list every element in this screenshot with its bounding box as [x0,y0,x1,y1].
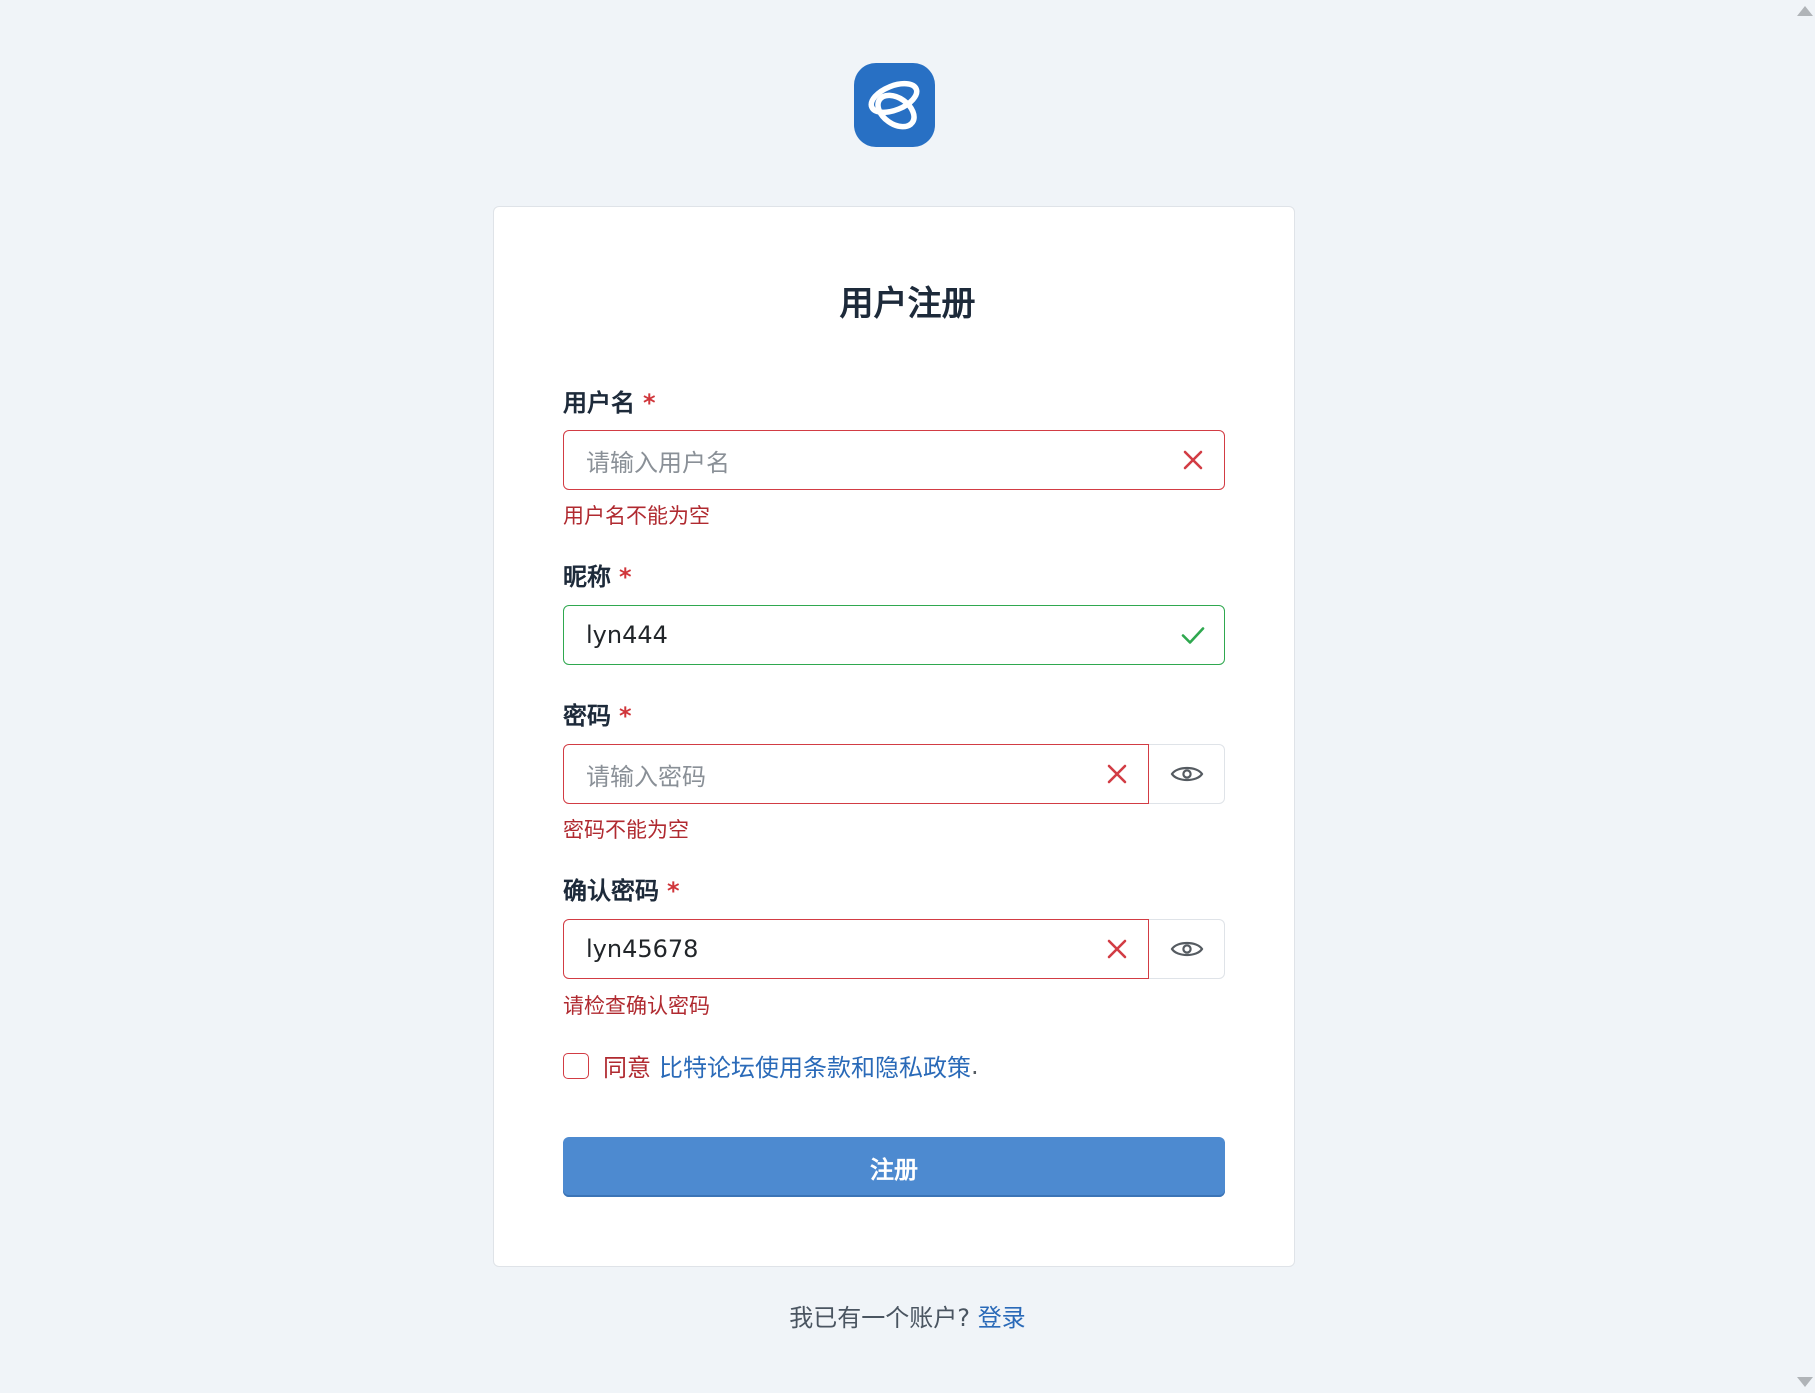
required-marker: * [619,702,632,730]
eye-icon [1170,766,1203,782]
terms-link[interactable]: 比特论坛使用条款和隐私政策 [659,1048,971,1083]
username-label: 用户名 * [563,383,656,418]
terms-suffix: . [971,1051,979,1080]
eye-icon [1170,941,1203,957]
terms-agree-label[interactable]: 同意 [603,1048,651,1083]
username-input[interactable]: 请输入用户名 [563,430,1225,490]
register-card [493,206,1295,1267]
password-input[interactable]: 请输入密码 [563,744,1149,804]
x-icon [1107,764,1127,784]
scroll-up-arrow-icon[interactable] [1797,6,1813,16]
confirm-password-label-text: 确认密码 [563,877,659,905]
username-error: 用户名不能为空 [563,504,710,528]
username-label-text: 用户名 [563,389,635,417]
required-marker: * [643,389,656,417]
register-button[interactable]: 注册 [563,1137,1225,1197]
confirm-password-visibility-toggle[interactable] [1149,919,1225,979]
required-marker: * [619,563,632,591]
x-icon [1183,450,1203,470]
login-prompt: 我已有一个账户? 登录 [0,1298,1815,1333]
terms-checkbox[interactable] [563,1052,589,1079]
scrollbar[interactable] [1793,0,1815,1393]
required-marker: * [667,877,680,905]
login-link[interactable]: 登录 [978,1304,1026,1332]
login-prompt-text: 我已有一个账户? [789,1304,971,1332]
register-page: 用户注册 用户名 * 请输入用户名 用户名不能为空 昵称 * lyn444 密码 * … [0,0,1815,1393]
password-label: 密码 * [563,696,632,731]
check-icon [1181,627,1205,644]
password-visibility-toggle[interactable] [1149,744,1225,804]
terms-row: 同意 比特论坛使用条款和隐私政策 . [563,1048,979,1083]
nickname-input[interactable]: lyn444 [563,605,1225,665]
confirm-password-input[interactable]: lyn45678 [563,919,1149,979]
confirm-password-error: 请检查确认密码 [563,994,710,1018]
confirm-password-label: 确认密码 * [563,871,680,906]
password-error: 密码不能为空 [563,818,689,842]
x-icon [1107,939,1127,959]
password-label-text: 密码 [563,702,611,730]
swirl-logo-icon [854,63,935,147]
nickname-label: 昵称 * [563,557,632,592]
confirm-password-value: lyn45678 [586,935,699,963]
username-placeholder: 请输入用户名 [586,448,730,477]
scroll-down-arrow-icon[interactable] [1797,1377,1813,1387]
page-title: 用户注册 [839,284,976,324]
nickname-label-text: 昵称 [563,563,611,591]
password-placeholder: 请输入密码 [586,762,706,791]
nickname-value: lyn444 [586,621,668,649]
